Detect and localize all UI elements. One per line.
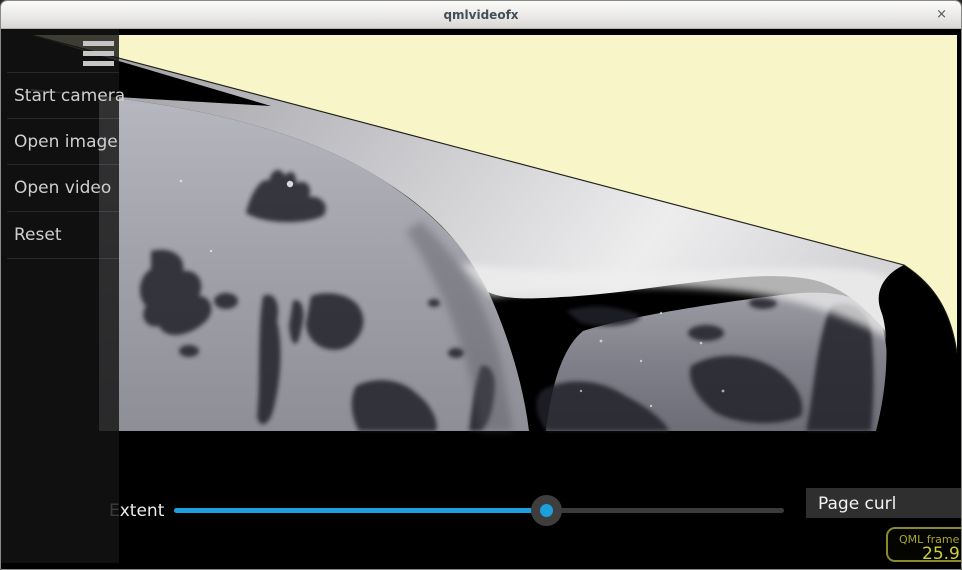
app-window: Extent Page curl QML frame r... 25.95 St… [0,0,962,570]
slider-handle-dot [540,504,553,517]
rock-notch-highlight [287,181,293,187]
sidebar: Start camera Open image Open video Reset [1,29,119,563]
sidebar-item-start-camera[interactable]: Start camera [1,73,119,119]
extent-slider[interactable] [174,495,784,526]
slider-handle[interactable] [531,495,562,526]
slider-fill [174,508,546,513]
window-title: qmlvideofx [1,1,961,29]
video-effect-viewport [1,1,962,570]
effect-selector-button[interactable]: Page curl [806,488,962,518]
close-button[interactable]: × [932,1,951,29]
hamburger-menu-icon[interactable] [83,41,114,68]
divider [7,258,119,259]
sidebar-item-open-video[interactable]: Open video [1,165,119,211]
fps-value: 25.95 [922,544,962,564]
sidebar-item-open-image[interactable]: Open image [1,119,119,165]
slider-track[interactable] [174,508,784,513]
fps-overlay: QML frame r... 25.95 [886,527,962,562]
sidebar-item-reset[interactable]: Reset [1,212,119,258]
title-bar: qmlvideofx × [1,1,961,29]
